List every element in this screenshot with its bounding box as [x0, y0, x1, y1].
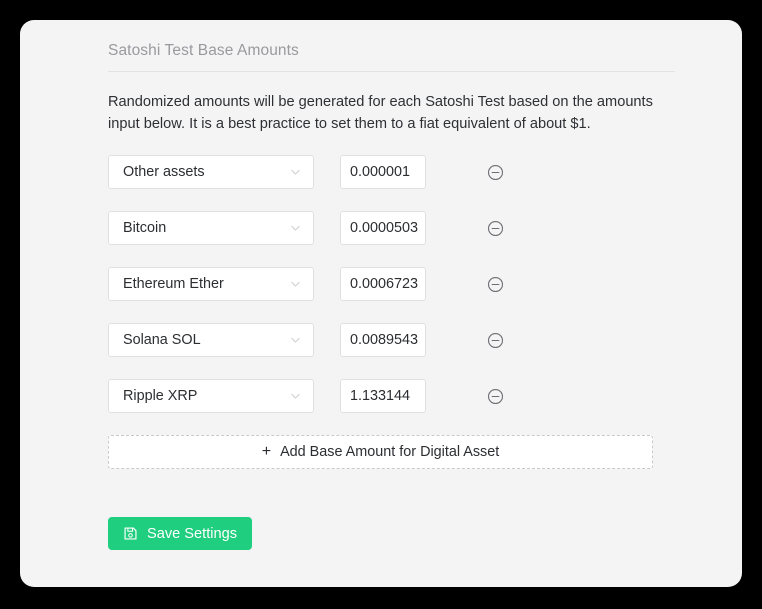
chevron-down-icon: [291, 338, 300, 343]
amount-input-3[interactable]: 0.0006723: [340, 267, 426, 302]
asset-select-label: Ethereum Ether: [123, 276, 224, 293]
table-row: Other assets 0.000001: [108, 155, 678, 190]
amount-value: 0.0089543: [350, 332, 419, 349]
amount-input-1[interactable]: 0.000001: [340, 155, 426, 190]
chevron-down-icon: [291, 170, 300, 175]
asset-select-label: Bitcoin: [123, 220, 167, 237]
asset-select-5[interactable]: Ripple XRP: [108, 379, 314, 414]
asset-select-label: Solana SOL: [123, 332, 201, 349]
amount-value: 0.0000503: [350, 220, 419, 237]
floppy-disk-icon: [124, 527, 137, 540]
add-base-amount-label: Add Base Amount for Digital Asset: [280, 444, 500, 461]
amount-input-5[interactable]: 1.133144: [340, 379, 426, 414]
minus-circle-icon[interactable]: [487, 388, 504, 405]
amount-value: 1.133144: [350, 388, 411, 405]
settings-content: Satoshi Test Base Amounts Randomized amo…: [108, 42, 678, 551]
base-amount-rows: Other assets 0.000001 Bitcoin 0.0000503 …: [108, 155, 678, 414]
table-row: Ethereum Ether 0.0006723: [108, 267, 678, 302]
plus-icon: +: [261, 443, 272, 461]
asset-select-1[interactable]: Other assets: [108, 155, 314, 190]
add-base-amount-button[interactable]: + Add Base Amount for Digital Asset: [108, 435, 653, 470]
asset-select-3[interactable]: Ethereum Ether: [108, 267, 314, 302]
app-window-panel: Satoshi Test Base Amounts Randomized amo…: [20, 20, 742, 587]
asset-select-label: Other assets: [123, 164, 205, 181]
page-title: Satoshi Test Base Amounts: [108, 42, 675, 72]
minus-circle-icon[interactable]: [487, 220, 504, 237]
chevron-down-icon: [291, 394, 300, 399]
table-row: Solana SOL 0.0089543: [108, 323, 678, 358]
chevron-down-icon: [291, 282, 300, 287]
minus-circle-icon[interactable]: [487, 164, 504, 181]
amount-value: 0.000001: [350, 164, 411, 181]
amount-input-4[interactable]: 0.0089543: [340, 323, 426, 358]
table-row: Bitcoin 0.0000503: [108, 211, 678, 246]
chevron-down-icon: [291, 226, 300, 231]
section-description: Randomized amounts will be generated for…: [108, 94, 653, 133]
asset-select-2[interactable]: Bitcoin: [108, 211, 314, 246]
minus-circle-icon[interactable]: [487, 332, 504, 349]
save-button[interactable]: Save Settings: [108, 517, 252, 551]
minus-circle-icon[interactable]: [487, 276, 504, 293]
asset-select-4[interactable]: Solana SOL: [108, 323, 314, 358]
asset-select-label: Ripple XRP: [123, 388, 198, 405]
amount-input-2[interactable]: 0.0000503: [340, 211, 426, 246]
save-button-label: Save Settings: [146, 525, 238, 542]
table-row: Ripple XRP 1.133144: [108, 379, 678, 414]
amount-value: 0.0006723: [350, 276, 419, 293]
